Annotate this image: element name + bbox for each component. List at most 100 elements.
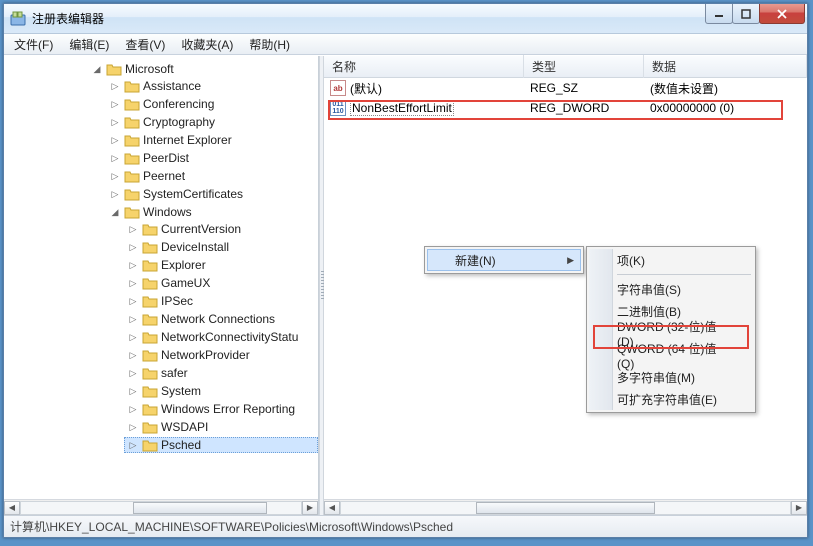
tree-node[interactable]: ▷ Windows Error Reporting [124,401,318,417]
hscroll-right[interactable]: ▶ [302,501,318,515]
hscroll-thumb[interactable] [476,502,656,514]
expand-icon[interactable]: ▷ [127,350,139,361]
context-submenu-item[interactable]: 项(K) [589,249,753,271]
expand-icon[interactable]: ▷ [109,189,121,200]
tree-node[interactable]: ▷ NetworkConnectivityStatu [124,329,318,345]
expand-icon[interactable]: ▷ [127,314,139,325]
hscroll-left[interactable]: ◀ [4,501,20,515]
expand-icon[interactable]: ▷ [127,296,139,307]
expand-icon[interactable]: ▷ [127,368,139,379]
menu-view[interactable]: 查看(V) [117,34,173,55]
minimize-button[interactable] [705,4,733,24]
ctx-label: 可扩充字符串值(E) [617,391,717,408]
statusbar: 计算机\HKEY_LOCAL_MACHINE\SOFTWARE\Policies… [4,515,807,537]
context-menu[interactable]: 新建(N) ▶ [424,246,584,274]
list-rows[interactable]: ab (默认) REG_SZ (数值未设置) 011110 NonBestEff… [324,78,807,118]
tree-node[interactable]: ▷ IPSec [124,293,318,309]
context-submenu-item[interactable]: QWORD (64 位)值(Q) [589,344,753,366]
col-header-name[interactable]: 名称 [324,55,524,78]
menu-edit[interactable]: 编辑(E) [61,34,117,55]
client-area: ◢ Microsoft ▷ Assistance ▷ Conferencing … [4,55,807,515]
folder-icon [106,62,122,76]
expand-icon[interactable]: ▷ [109,117,121,128]
tree-label: Conferencing [143,97,214,111]
context-submenu-new[interactable]: 项(K)字符串值(S)二进制值(B)DWORD (32-位)值(D)QWORD … [586,246,756,413]
context-submenu-item[interactable]: 字符串值(S) [589,278,753,300]
tree-node[interactable]: ▷ NetworkProvider [124,347,318,363]
close-button[interactable] [759,4,805,24]
tree-node[interactable]: ▷ Conferencing [106,96,318,112]
expand-icon[interactable]: ▷ [109,171,121,182]
tree-node-microsoft[interactable]: ◢ Microsoft [88,61,318,77]
context-submenu-item[interactable]: 可扩充字符串值(E) [589,388,753,410]
folder-icon [142,420,158,434]
menu-favorites[interactable]: 收藏夹(A) [173,34,241,55]
tree-node[interactable]: ▷ DeviceInstall [124,239,318,255]
tree-label: PeerDist [143,151,189,165]
context-submenu-item[interactable]: 多字符串值(M) [589,366,753,388]
ctx-label: 字符串值(S) [617,281,681,298]
expand-icon[interactable]: ▷ [127,386,139,397]
registry-tree[interactable]: ◢ Microsoft ▷ Assistance ▷ Conferencing … [4,56,318,460]
maximize-button[interactable] [732,4,760,24]
hscroll-left[interactable]: ◀ [324,501,340,515]
list-header: 名称 类型 数据 [324,56,807,78]
tree-node[interactable]: ▷ WSDAPI [124,419,318,435]
tree-node[interactable]: ▷ Peernet [106,168,318,184]
expand-icon[interactable]: ▷ [109,153,121,164]
hscroll-track[interactable] [20,501,302,515]
expand-icon[interactable]: ▷ [109,81,121,92]
expand-icon[interactable]: ▷ [127,278,139,289]
menu-file[interactable]: 文件(F) [6,34,61,55]
value-name: NonBestEffortLimit [350,100,454,116]
expand-icon[interactable]: ▷ [127,332,139,343]
hscroll-right[interactable]: ▶ [791,501,807,515]
tree-node[interactable]: ▷ GameUX [124,275,318,291]
expand-icon[interactable]: ▷ [127,422,139,433]
folder-icon [142,276,158,290]
tree-node[interactable]: ▷ safer [124,365,318,381]
tree-node-psched[interactable]: ▷ Psched [124,437,318,453]
folder-icon [124,169,140,183]
folder-icon [142,348,158,362]
tree-node-windows[interactable]: ◢ Windows [106,204,318,220]
collapse-icon[interactable]: ◢ [109,207,121,218]
value-name: (默认) [350,80,382,97]
tree-label: Explorer [161,258,206,272]
expand-icon[interactable]: ▷ [127,260,139,271]
expand-icon[interactable]: ▷ [127,242,139,253]
expand-icon[interactable]: ▷ [127,224,139,235]
tree-node[interactable]: ▷ SystemCertificates [106,186,318,202]
list-row[interactable]: ab (默认) REG_SZ (数值未设置) [324,78,807,98]
tree-node[interactable]: ▷ PeerDist [106,150,318,166]
tree-node[interactable]: ▷ Internet Explorer [106,132,318,148]
value-type: REG_DWORD [524,99,644,117]
expand-icon[interactable]: ▷ [127,440,139,451]
hscroll-track[interactable] [340,501,791,515]
col-header-data[interactable]: 数据 [644,55,807,78]
titlebar[interactable]: 注册表编辑器 [4,4,807,34]
expand-icon[interactable]: ▷ [127,404,139,415]
folder-icon [142,240,158,254]
context-menu-new[interactable]: 新建(N) ▶ [427,249,581,271]
list-row[interactable]: 011110 NonBestEffortLimit REG_DWORD 0x00… [324,98,807,118]
tree-label: Peernet [143,169,185,183]
folder-icon [124,115,140,129]
collapse-icon[interactable]: ◢ [91,64,103,75]
tree-node[interactable]: ▷ Explorer [124,257,318,273]
expand-icon[interactable]: ▷ [109,135,121,146]
tree-node[interactable]: ▷ CurrentVersion [124,221,318,237]
hscroll-thumb[interactable] [133,502,267,514]
ctx-label: 项(K) [617,252,645,269]
col-header-type[interactable]: 类型 [524,55,644,78]
tree-node[interactable]: ▷ Assistance [106,78,318,94]
tree-node[interactable]: ▷ Network Connections [124,311,318,327]
registry-editor-window: 注册表编辑器 文件(F) 编辑(E) 查看(V) 收藏夹(A) 帮助(H) [3,3,808,538]
tree-node[interactable]: ▷ Cryptography [106,114,318,130]
menu-help[interactable]: 帮助(H) [241,34,298,55]
string-value-icon: ab [330,80,346,96]
folder-icon [142,438,158,452]
tree-node[interactable]: ▷ System [124,383,318,399]
expand-icon[interactable]: ▷ [109,99,121,110]
window-title: 注册表编辑器 [32,10,803,27]
